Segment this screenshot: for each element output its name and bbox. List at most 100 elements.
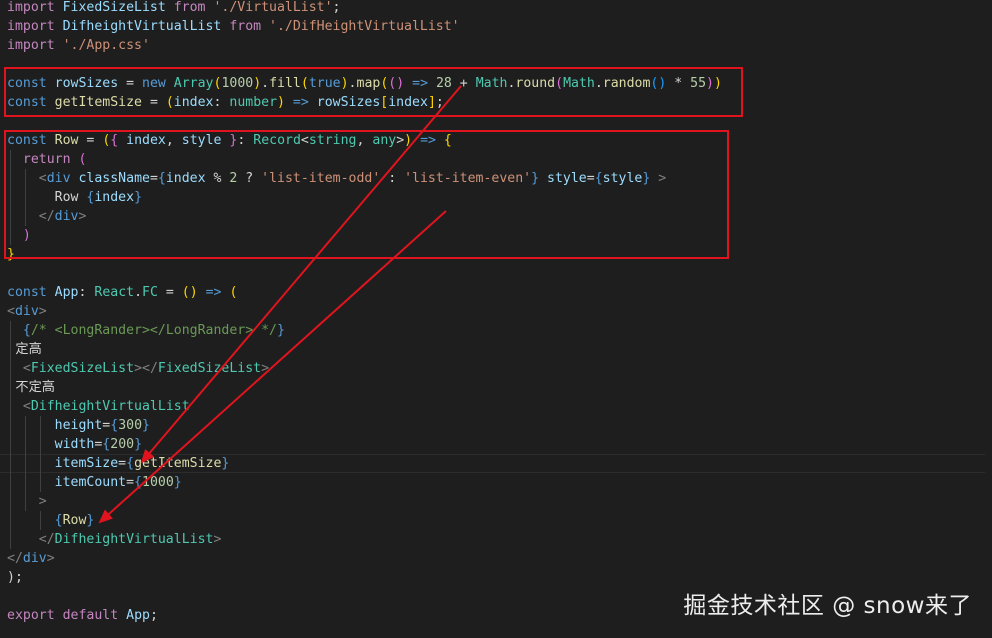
code-token: 300 (118, 418, 143, 433)
code-token: const (7, 285, 47, 300)
indent-guide (40, 511, 41, 530)
code-token: from (173, 0, 206, 15)
code-line[interactable]: width={200} (7, 435, 142, 454)
code-token: = (157, 285, 182, 300)
code-token: </ (7, 551, 23, 566)
code-line[interactable]: export default App; (7, 606, 158, 625)
code-token: > (261, 361, 270, 376)
code-token: import (7, 38, 55, 53)
code-line[interactable]: <div> (7, 302, 47, 321)
highlight-box-row-component (4, 130, 729, 259)
code-line[interactable]: </div> (7, 549, 55, 568)
code-token: } (86, 513, 95, 528)
code-token: './DifHeightVirtualList' (269, 19, 460, 34)
code-token: > (38, 304, 47, 319)
code-token: /* <LongRander></LongRander> */ (30, 323, 277, 338)
code-token: itemSize (7, 456, 119, 471)
code-token: 200 (110, 437, 135, 452)
code-token: } (221, 456, 230, 471)
code-token: FixedSizeList (30, 361, 135, 376)
code-token: } (134, 437, 143, 452)
code-token: FixedSizeList (157, 361, 262, 376)
watermark: 掘金技术社区 @ snow来了 (683, 593, 972, 619)
code-token: ); (7, 570, 23, 585)
code-token: import (7, 0, 55, 15)
code-token: } (173, 475, 182, 490)
code-line[interactable]: > (7, 492, 47, 511)
code-line[interactable]: ); (7, 568, 23, 587)
code-token: DifheightVirtualList (30, 399, 190, 414)
indent-guide (25, 416, 26, 511)
code-line[interactable]: </DifheightVirtualList> (7, 530, 222, 549)
code-token: DifheightVirtualList (54, 532, 214, 547)
code-token: from (229, 19, 262, 34)
code-token: > (46, 551, 55, 566)
code-token: App (54, 285, 79, 300)
code-token: = (118, 456, 127, 471)
highlight-box-rowsizes (4, 67, 743, 117)
code-token: div (14, 304, 39, 319)
code-token: Row (62, 513, 87, 528)
code-line[interactable]: itemSize={getItemSize} (0, 454, 985, 473)
code-token: { (110, 418, 119, 433)
code-token: DifheightVirtualList (54, 19, 230, 34)
code-line[interactable]: import './App.css' (7, 36, 150, 55)
code-line[interactable]: height={300} (7, 416, 150, 435)
code-token: width (7, 437, 95, 452)
code-token: { (134, 475, 142, 490)
indent-guide (10, 321, 11, 549)
code-token: './VirtualList' (213, 0, 333, 15)
code-token: ; (149, 608, 158, 623)
code-token: = (126, 475, 135, 490)
code-editor[interactable]: import FixedSizeList from './VirtualList… (0, 0, 992, 638)
code-token: 1000 (142, 475, 174, 490)
code-token: ; (332, 0, 341, 15)
code-token: > (213, 532, 222, 547)
code-token: div (22, 551, 47, 566)
code-token: < (22, 361, 31, 376)
code-token: FixedSizeList (54, 0, 174, 15)
code-token: export (7, 608, 55, 623)
code-line[interactable]: itemCount={1000} (7, 473, 182, 492)
code-token: { (22, 323, 31, 338)
code-token: import (7, 19, 55, 34)
code-token: : (78, 285, 95, 300)
code-line[interactable]: 定高 (7, 340, 42, 359)
code-token: getItemSize (134, 456, 222, 471)
code-token: './App.css' (62, 38, 150, 53)
code-token: </ (38, 532, 55, 547)
code-token: () (181, 285, 198, 300)
code-token: 定高 (7, 342, 42, 357)
code-line[interactable]: <DifheightVirtualList (7, 397, 190, 416)
code-token: } (142, 418, 150, 433)
code-token: ( (229, 285, 238, 300)
code-token: { (126, 456, 135, 471)
code-token: < (7, 304, 15, 319)
code-line[interactable]: 不定高 (7, 378, 55, 397)
code-token: { (54, 513, 63, 528)
code-line[interactable]: const App: React.FC = () => ( (7, 283, 237, 302)
code-token: default (62, 608, 119, 623)
code-line[interactable]: import DifheightVirtualList from './DifH… (7, 17, 460, 36)
code-token: FC (142, 285, 158, 300)
indent-guide (40, 416, 41, 492)
code-token: } (276, 323, 285, 338)
code-line[interactable]: import FixedSizeList from './VirtualList… (7, 0, 341, 17)
code-token: . (134, 285, 143, 300)
code-line[interactable]: {/* <LongRander></LongRander> */} (7, 321, 285, 340)
code-line[interactable]: {Row} (7, 511, 95, 530)
code-token: ></ (134, 361, 158, 376)
code-token: < (22, 399, 31, 414)
code-token: height (7, 418, 103, 433)
code-token: React (94, 285, 135, 300)
code-line[interactable]: <FixedSizeList></FixedSizeList> (7, 359, 269, 378)
